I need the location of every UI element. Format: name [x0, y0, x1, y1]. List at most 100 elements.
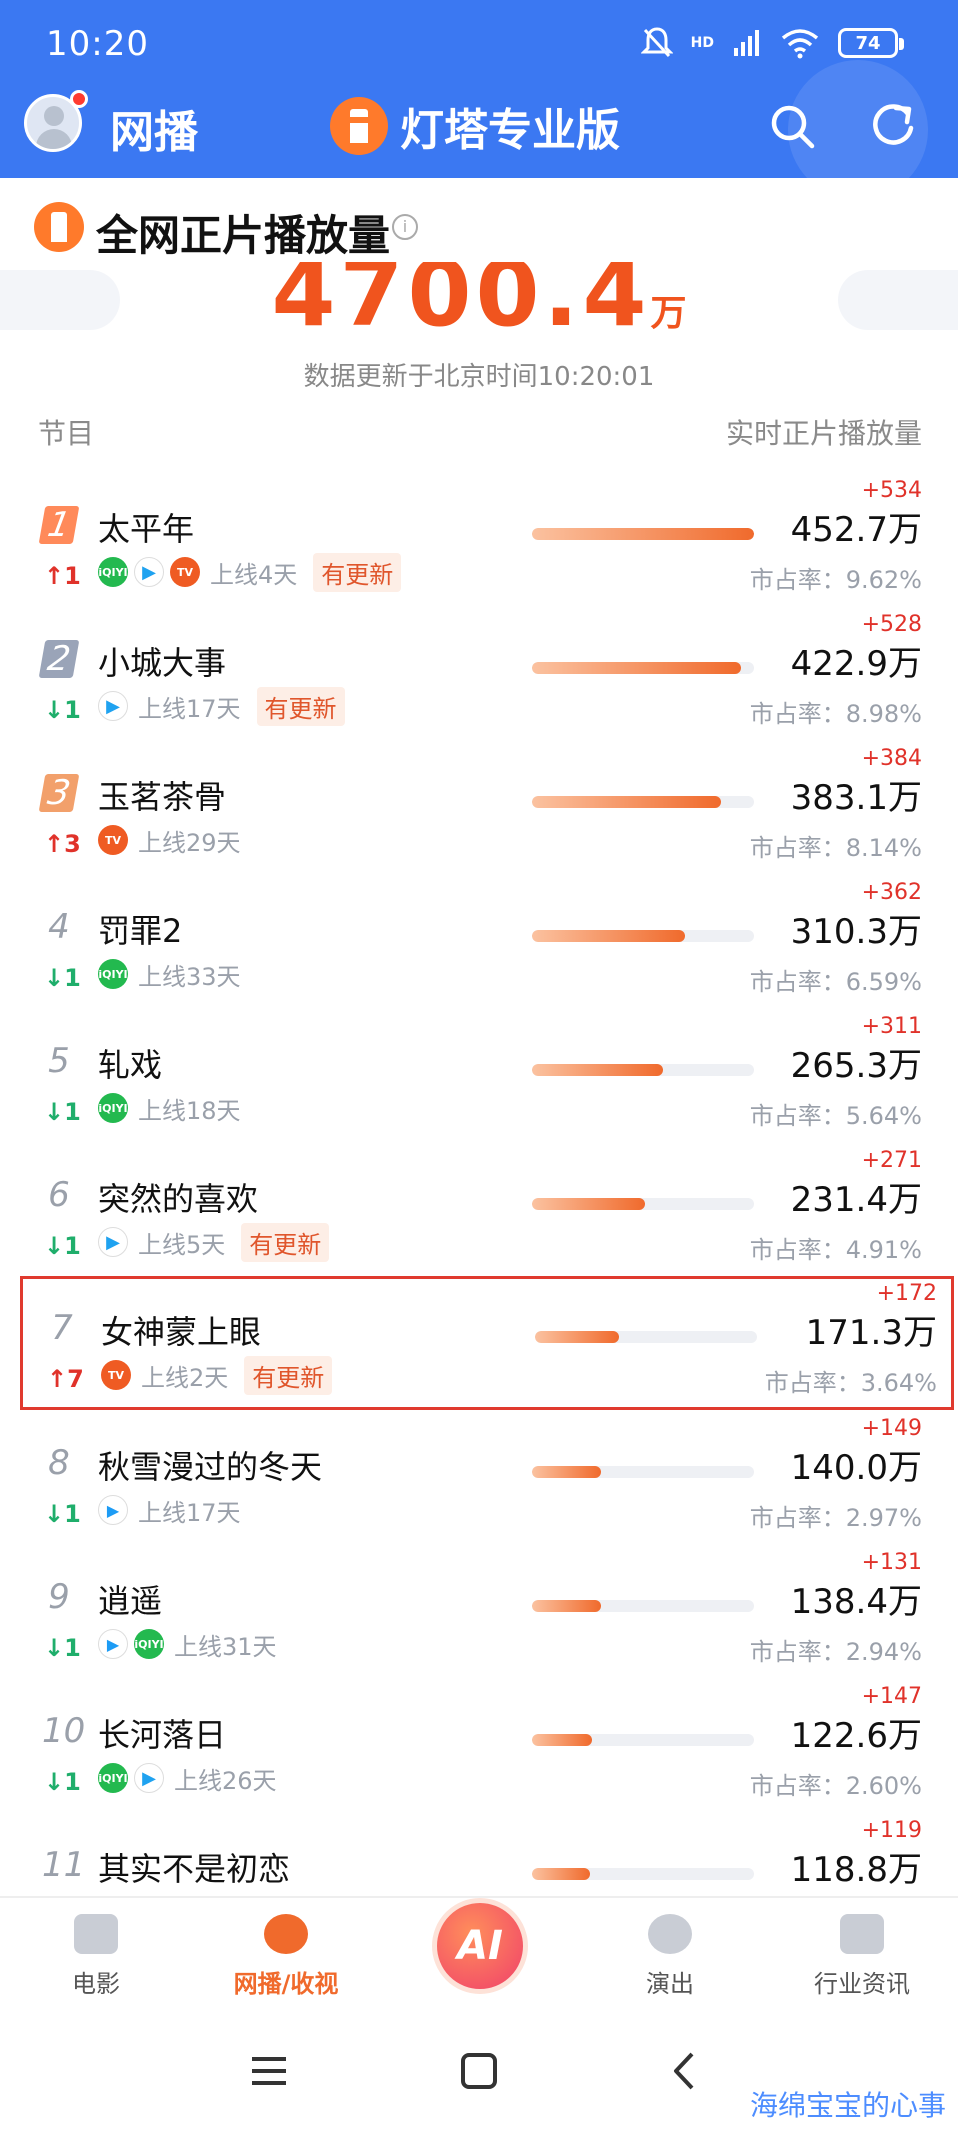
- increment-value: +311: [861, 1014, 922, 1039]
- table-row[interactable]: 5 轧戏 ↓1 iQIYI 上线18天 +311 265.3万 市占率：5.64%: [0, 1012, 958, 1146]
- playcount-bar: [532, 1064, 754, 1076]
- nav-movie[interactable]: 电影: [6, 1914, 186, 1999]
- tencent-platform-icon: ▶: [134, 557, 164, 587]
- table-row[interactable]: 6 突然的喜欢 ↓1 ▶ 上线5天 有更新 +271 231.4万 市占率：4.91%: [0, 1146, 958, 1280]
- rank-number: 2: [38, 639, 80, 679]
- playcount-bar: [532, 1734, 754, 1746]
- total-value: 4700.4: [271, 262, 651, 342]
- table-row[interactable]: 4 罚罪2 ↓1 iQIYI 上线33天 +362 310.3万 市占率：6.59%: [0, 878, 958, 1012]
- playcount-bar-fill: [532, 1734, 592, 1746]
- mango-platform-icon: TV: [170, 557, 200, 587]
- network-label: HD: [690, 35, 714, 51]
- refresh-icon[interactable]: [868, 100, 918, 150]
- program-meta: ▶ 上线17天: [98, 1492, 241, 1528]
- rank-number: 5: [48, 1041, 70, 1081]
- program-title: 玉茗茶骨: [98, 778, 227, 816]
- app-bar: 网播 灯塔专业版: [0, 90, 958, 170]
- online-days: 上线26天: [174, 1766, 277, 1795]
- rank-change: ↑7: [47, 1365, 84, 1393]
- table-row[interactable]: 10 长河落日 ↓1 iQIYI ▶ 上线26天 +147 122.6万 市占率：2.60%: [0, 1682, 958, 1816]
- playcount-bar-fill: [532, 528, 754, 540]
- playcount-bar-fill: [532, 1064, 663, 1076]
- online-days: 上线18天: [138, 1096, 241, 1125]
- program-meta: iQIYI ▶ TV 上线4天 有更新: [98, 552, 402, 592]
- table-row[interactable]: 1 太平年 ↑1 iQIYI ▶ TV 上线4天 有更新 +534 452.7万 市占率：9.62%: [0, 476, 958, 610]
- playcount-bar: [532, 1868, 754, 1880]
- increment-value: +384: [861, 746, 922, 771]
- playcount-value: 265.3万: [790, 1046, 922, 1086]
- play-icon: [264, 1914, 308, 1954]
- iqiyi-platform-icon: iQIYI: [98, 1093, 128, 1123]
- program-title: 小城大事: [98, 644, 227, 682]
- update-badge: 有更新: [241, 1222, 330, 1262]
- status-time: 10:20: [46, 24, 149, 64]
- table-row[interactable]: 7 女神蒙上眼 ↑7 TV 上线2天 有更新 +172 171.3万 市占率：3.64%: [20, 1276, 954, 1410]
- increment-value: +131: [861, 1550, 922, 1575]
- home-icon[interactable]: [454, 2046, 504, 2096]
- playcount-bar-fill: [532, 1600, 601, 1612]
- playcount-bar-fill: [532, 1198, 646, 1210]
- playcount-value: 422.9万: [790, 644, 922, 684]
- program-meta: ▶ 上线5天 有更新: [98, 1222, 330, 1262]
- update-badge: 有更新: [244, 1355, 333, 1395]
- bell-muted-icon: [640, 27, 673, 58]
- info-icon[interactable]: i: [392, 214, 418, 240]
- column-header-program: 节目: [38, 417, 95, 450]
- menu-icon[interactable]: [244, 2046, 294, 2096]
- lighthouse-logo-icon: [330, 97, 388, 155]
- playcount-bar: [532, 1198, 754, 1210]
- playcount-bar: [535, 1331, 757, 1343]
- rank-change: ↓1: [44, 1232, 81, 1260]
- market-share: 市占率：8.98%: [749, 700, 922, 728]
- rank-number: 1: [38, 505, 80, 545]
- total-playcount: 4700.4万: [0, 262, 958, 342]
- market-share: 市占率：8.14%: [749, 834, 922, 862]
- increment-value: +172: [876, 1281, 937, 1306]
- back-icon[interactable]: [660, 2046, 710, 2096]
- rank-change: ↓1: [44, 1098, 81, 1126]
- lighthouse-small-icon: [34, 202, 84, 252]
- table-row[interactable]: 3 玉茗茶骨 ↑3 TV 上线29天 +384 383.1万 市占率：8.14%: [0, 744, 958, 878]
- table-row[interactable]: 2 小城大事 ↓1 ▶ 上线17天 有更新 +528 422.9万 市占率：8.98%: [0, 610, 958, 744]
- program-title: 长河落日: [98, 1716, 227, 1754]
- rank-change: ↓1: [44, 696, 81, 724]
- brand-name: 灯塔专业版: [400, 105, 620, 156]
- rank-number: 6: [48, 1175, 70, 1215]
- program-meta: ▶ 上线17天 有更新: [98, 686, 345, 726]
- increment-value: +147: [861, 1684, 922, 1709]
- rank-change: ↑1: [44, 562, 81, 590]
- tencent-platform-icon: ▶: [134, 1763, 164, 1793]
- ai-button[interactable]: AI: [432, 1898, 528, 1994]
- section-title: 全网正片播放量: [96, 211, 391, 260]
- program-title: 女神蒙上眼: [101, 1313, 262, 1351]
- search-icon[interactable]: [768, 102, 816, 150]
- app-tab-label[interactable]: 网播: [110, 96, 198, 160]
- program-meta: iQIYI 上线33天: [98, 956, 241, 992]
- nav-show[interactable]: 演出: [580, 1914, 760, 1999]
- playcount-bar: [532, 796, 754, 808]
- playcount-bar-fill: [532, 1868, 590, 1880]
- playcount-value: 310.3万: [790, 912, 922, 952]
- signal-icon: [734, 30, 759, 56]
- program-meta: iQIYI 上线18天: [98, 1090, 241, 1126]
- rank-number: 10: [42, 1711, 86, 1751]
- nav-stream[interactable]: 网播/收视: [196, 1914, 376, 1999]
- program-title: 太平年: [98, 510, 195, 548]
- playcount-value: 383.1万: [790, 778, 922, 818]
- market-share: 市占率：4.91%: [749, 1236, 922, 1264]
- nav-news[interactable]: 行业资讯: [772, 1914, 952, 1999]
- bottom-nav: 电影 网播/收视 AI 演出 行业资讯: [0, 1896, 958, 2018]
- rank-change: ↓1: [44, 1768, 81, 1796]
- column-header-playcount: 实时正片播放量: [725, 417, 922, 450]
- program-title: 逍遥: [98, 1582, 163, 1620]
- playcount-value: 171.3万: [805, 1313, 937, 1353]
- online-days: 上线2天: [141, 1363, 229, 1392]
- table-row[interactable]: 9 逍遥 ↓1 ▶ iQIYI 上线31天 +131 138.4万 市占率：2.94%: [0, 1548, 958, 1682]
- table-row[interactable]: 8 秋雪漫过的冬天 ↓1 ▶ 上线17天 +149 140.0万 市占率：2.97%: [0, 1414, 958, 1548]
- program-meta: TV 上线2天 有更新: [101, 1355, 333, 1395]
- market-share: 市占率：2.97%: [749, 1504, 922, 1532]
- increment-value: +149: [861, 1416, 922, 1441]
- increment-value: +362: [861, 880, 922, 905]
- tencent-platform-icon: ▶: [98, 1227, 128, 1257]
- market-share: 市占率：2.94%: [749, 1638, 922, 1666]
